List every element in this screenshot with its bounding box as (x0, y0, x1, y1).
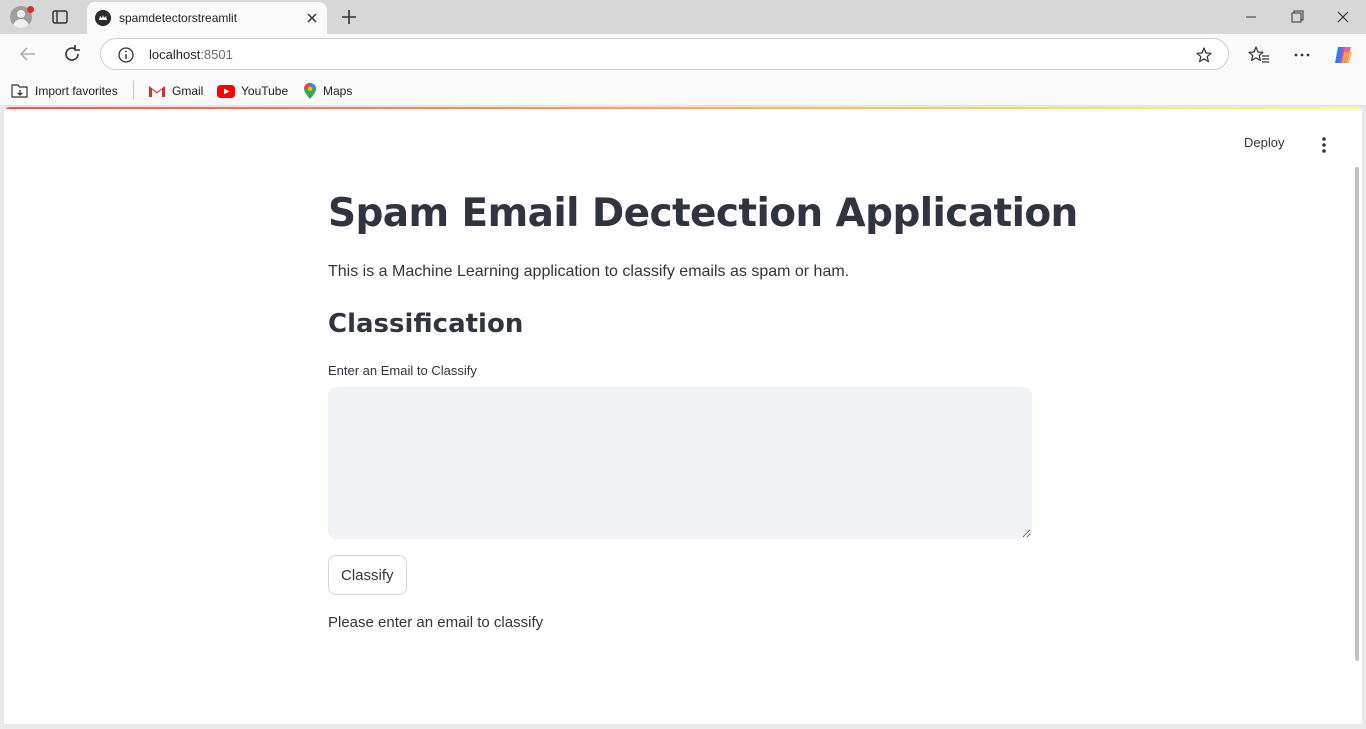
address-bar[interactable]: localhost:8501 (100, 38, 1229, 70)
import-icon (11, 84, 28, 98)
notification-dot-icon (27, 6, 34, 13)
bookmarks-bar: Import favorites Gmail YouTube Maps (0, 74, 1366, 106)
tab-title: spamdetectorstreamlit (119, 11, 238, 25)
main-menu-icon[interactable] (1314, 135, 1334, 155)
classify-button[interactable]: Classify (328, 555, 407, 595)
bookmark-label: Gmail (172, 84, 204, 98)
page-description: This is a Machine Learning application t… (328, 263, 850, 280)
site-info-icon[interactable] (117, 46, 135, 64)
bookmark-gmail[interactable]: Gmail (148, 82, 203, 100)
favorite-star-icon[interactable] (1195, 46, 1213, 64)
bookmark-import-favorites[interactable]: Import favorites (11, 82, 118, 100)
header-decoration-bar (4, 107, 1362, 109)
app-viewport: Deploy Spam Email Dectection Application… (4, 107, 1362, 724)
page-title: Spam Email Dectection Application (328, 191, 1078, 236)
deploy-button[interactable]: Deploy (1244, 135, 1284, 150)
favorites-icon[interactable] (1248, 44, 1270, 66)
gmail-icon (149, 86, 165, 97)
result-message: Please enter an email to classify (328, 614, 544, 631)
page-scrollbar[interactable] (1355, 167, 1359, 661)
url-text: localhost:8501 (149, 47, 233, 62)
streamlit-favicon-icon (95, 10, 111, 26)
bookmark-label: Import favorites (35, 84, 118, 98)
bookmark-label: YouTube (241, 84, 289, 98)
reload-icon[interactable] (60, 42, 84, 66)
close-window-icon[interactable] (1320, 0, 1366, 34)
restore-icon[interactable] (1274, 0, 1320, 34)
url-port: :8501 (200, 47, 233, 62)
new-tab-icon[interactable] (338, 6, 360, 28)
youtube-icon (217, 84, 235, 98)
email-textarea[interactable] (328, 387, 1032, 539)
active-tab[interactable]: spamdetectorstreamlit (87, 2, 327, 34)
more-options-icon[interactable] (1291, 44, 1313, 66)
classification-heading: Classification (328, 309, 524, 339)
bookmark-maps[interactable]: Maps (303, 82, 352, 100)
email-input-label: Enter an Email to Classify (328, 363, 477, 378)
bookmark-separator (133, 81, 134, 99)
url-host: localhost (149, 47, 201, 62)
tab-actions-icon[interactable] (50, 7, 70, 27)
back-arrow-icon[interactable] (16, 42, 40, 66)
browser-toolbar: localhost:8501 (0, 34, 1366, 74)
minimize-icon[interactable] (1228, 0, 1274, 34)
bookmark-label: Maps (323, 84, 353, 98)
close-tab-icon[interactable] (303, 9, 321, 27)
browser-tab-bar: spamdetectorstreamlit (0, 0, 1366, 34)
copilot-icon[interactable] (1332, 44, 1354, 66)
bookmark-youtube[interactable]: YouTube (217, 82, 288, 100)
maps-icon (304, 83, 316, 99)
